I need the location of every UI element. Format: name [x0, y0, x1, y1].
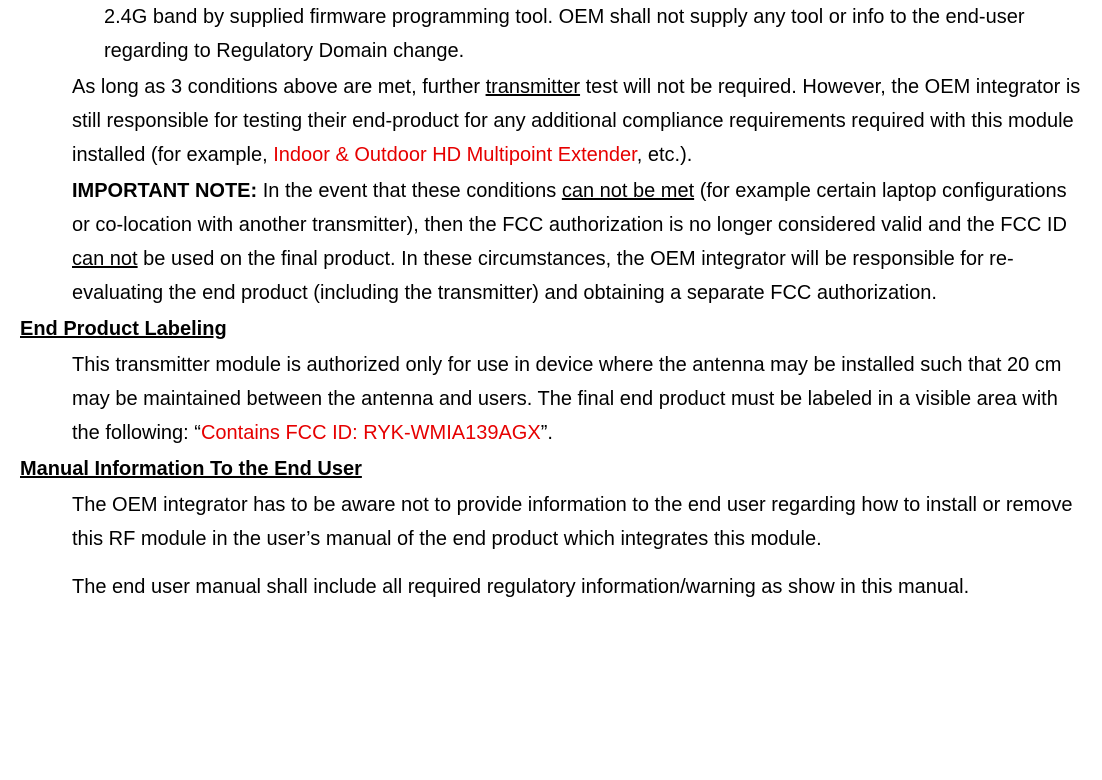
text: In the event that these conditions	[257, 180, 562, 202]
text: , etc.).	[637, 144, 693, 166]
text: 2.4G band by supplied firmware programmi…	[104, 6, 1024, 62]
paragraph-oem-integrator: The OEM integrator has to be aware not t…	[72, 488, 1082, 556]
underlined-text: transmitter	[486, 76, 580, 98]
bold-label: IMPORTANT NOTE:	[72, 180, 257, 202]
document-page: 2.4G band by supplied firmware programmi…	[0, 0, 1102, 626]
heading-manual-info: Manual Information To the End User	[20, 452, 1082, 486]
heading-end-product-labeling: End Product Labeling	[20, 312, 1082, 346]
text: As long as 3 conditions above are met, f…	[72, 76, 486, 98]
paragraph-labeling: This transmitter module is authorized on…	[72, 348, 1082, 450]
paragraph-firmware-note: 2.4G band by supplied firmware programmi…	[104, 0, 1082, 68]
underlined-text: can not	[72, 248, 138, 270]
paragraph-important-note: IMPORTANT NOTE: In the event that these …	[72, 174, 1082, 310]
text: The OEM integrator has to be aware not t…	[72, 494, 1073, 550]
text: The end user manual shall include all re…	[72, 576, 969, 598]
text: be used on the final product. In these c…	[72, 248, 1014, 304]
text: ”.	[541, 422, 553, 444]
paragraph-conditions: As long as 3 conditions above are met, f…	[72, 70, 1082, 172]
highlighted-red-text: Indoor & Outdoor HD Multipoint Extender	[273, 144, 637, 166]
highlighted-red-text: Contains FCC ID: RYK-WMIA139AGX	[201, 422, 541, 444]
underlined-text: can not be met	[562, 180, 694, 202]
paragraph-end-user-manual: The end user manual shall include all re…	[72, 570, 1082, 604]
